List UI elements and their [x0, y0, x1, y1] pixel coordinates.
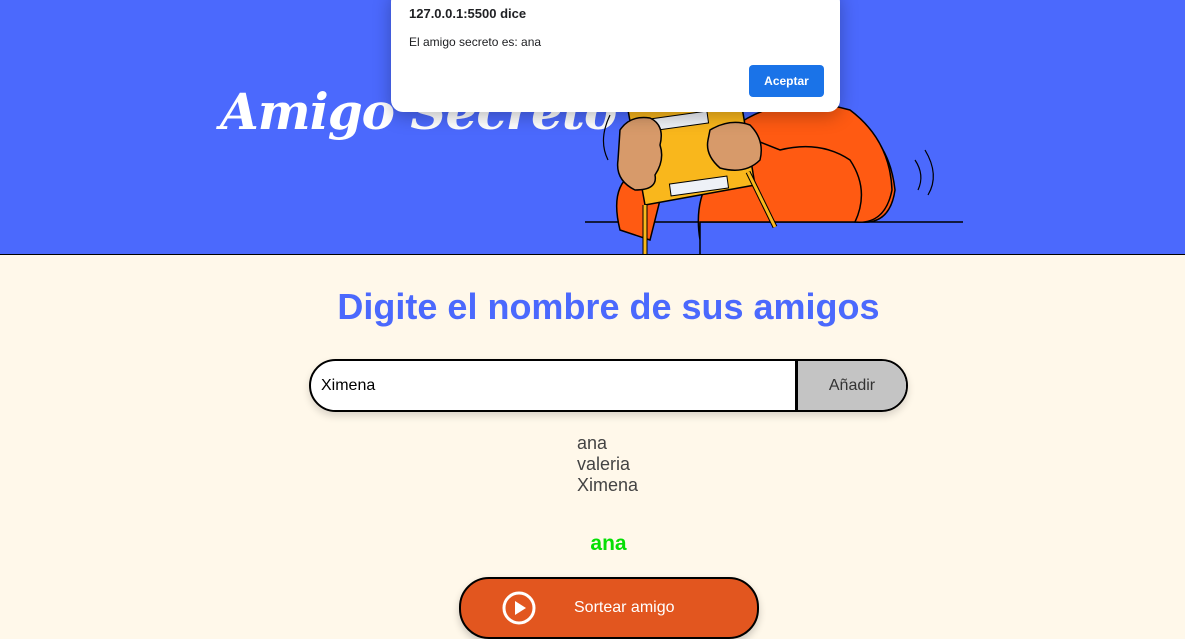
friend-name-input[interactable] — [311, 361, 805, 410]
draw-friend-button[interactable]: Sortear amigo — [459, 577, 759, 639]
list-item: ana — [577, 433, 608, 453]
play-icon — [502, 591, 536, 625]
draw-button-label: Sortear amigo — [574, 599, 675, 616]
accept-button[interactable]: Aceptar — [749, 65, 824, 97]
input-section: Añadir — [309, 359, 908, 412]
friends-list: ana valeria Ximena — [577, 433, 638, 496]
dialog-origin: 127.0.0.1:5500 dice — [409, 6, 527, 21]
alert-dialog: 127.0.0.1:5500 dice El amigo secreto es:… — [391, 0, 840, 112]
list-item: Ximena — [577, 475, 639, 495]
result-text: ana — [590, 532, 627, 555]
section-title: Digite el nombre de sus amigos — [337, 286, 880, 327]
add-button[interactable]: Añadir — [795, 361, 906, 410]
dialog-message: El amigo secreto es: ana — [409, 35, 542, 49]
list-item: valeria — [577, 454, 631, 474]
